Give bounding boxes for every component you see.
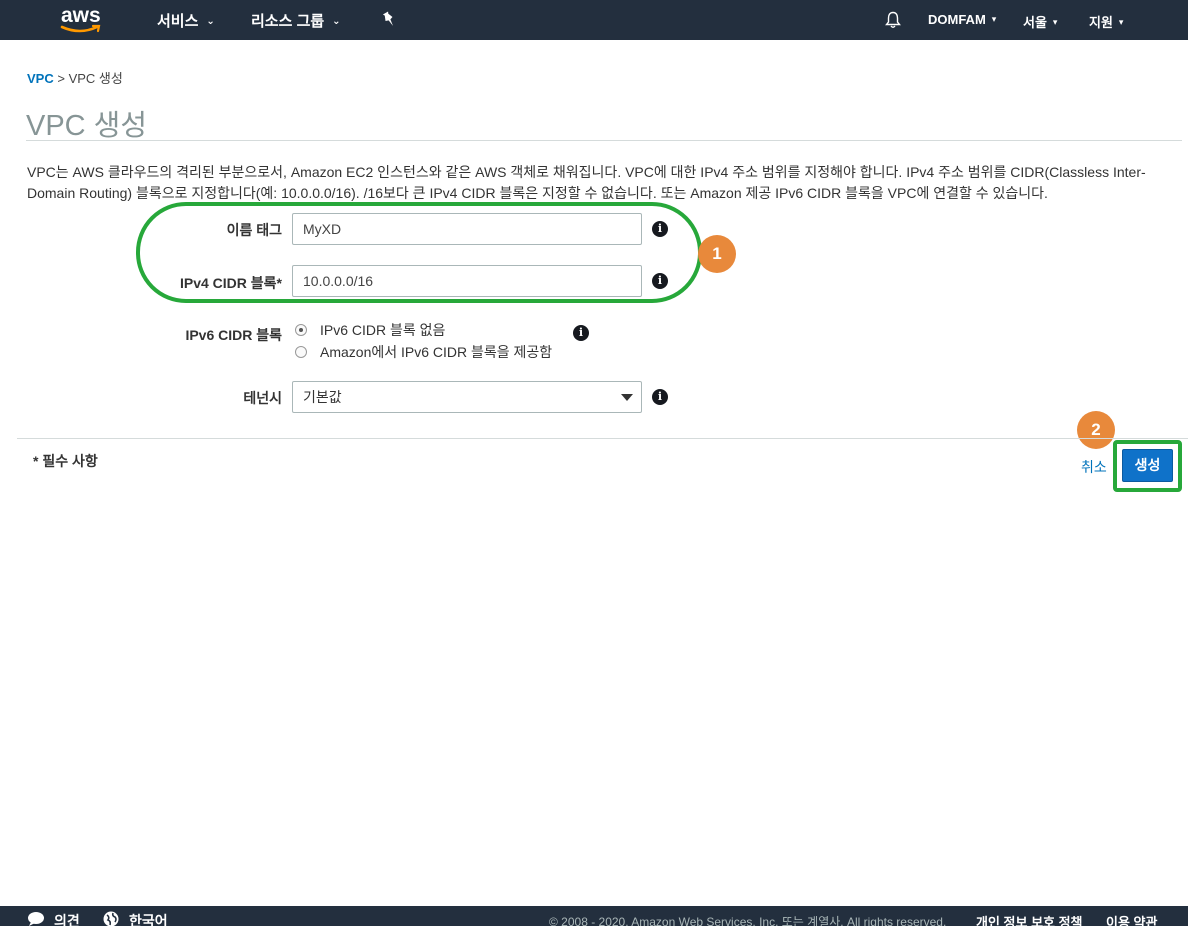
page-footer: 의견 한국어 © 2008 - 2020, Amazon Web Service… bbox=[0, 906, 1188, 926]
aws-smile-icon bbox=[60, 24, 101, 33]
form-footer-divider bbox=[17, 438, 1188, 439]
chevron-down-icon: ▾ bbox=[1118, 17, 1124, 27]
ipv6-option-amazon[interactable]: Amazon에서 IPv6 CIDR 블록을 제공함 bbox=[295, 342, 552, 362]
radio-button-checked[interactable] bbox=[295, 324, 307, 336]
chevron-down-icon: ▾ bbox=[991, 14, 997, 24]
bell-icon[interactable] bbox=[884, 11, 902, 29]
feedback-link[interactable]: 의견 bbox=[54, 911, 80, 926]
region-menu[interactable]: 서울 ▾ bbox=[1023, 12, 1057, 31]
ipv6-cidr-label: IPv6 CIDR 블록 bbox=[185, 327, 282, 343]
tenancy-select[interactable]: 기본값 bbox=[292, 381, 642, 413]
chevron-down-icon: ⌄ bbox=[332, 16, 341, 27]
speech-bubble-icon bbox=[28, 912, 44, 926]
info-icon[interactable]: i bbox=[652, 389, 668, 405]
services-label: 서비스 bbox=[157, 13, 199, 30]
language-selector[interactable]: 한국어 bbox=[129, 911, 168, 926]
aws-logo[interactable]: aws bbox=[58, 4, 104, 36]
step-badge-1: 1 bbox=[698, 235, 736, 273]
breadcrumb-separator: > bbox=[53, 71, 69, 86]
radio-button[interactable] bbox=[295, 346, 307, 358]
support-label: 지원 bbox=[1089, 15, 1113, 30]
account-label: DOMFAM bbox=[928, 12, 986, 27]
page-description: VPC는 AWS 클라우드의 격리된 부분으로서, Amazon EC2 인스턴… bbox=[27, 164, 1146, 201]
breadcrumb-current: VPC 생성 bbox=[68, 71, 123, 86]
pin-icon[interactable] bbox=[381, 11, 397, 29]
tenancy-label: 테넌시 bbox=[243, 390, 282, 406]
dropdown-arrow-icon bbox=[621, 394, 633, 401]
create-button[interactable]: 생성 bbox=[1122, 449, 1173, 482]
breadcrumb: VPC > VPC 생성 bbox=[27, 68, 123, 87]
resource-groups-menu[interactable]: 리소스 그룹 ⌄ bbox=[251, 10, 341, 31]
globe-icon bbox=[103, 911, 119, 926]
services-menu[interactable]: 서비스 ⌄ bbox=[157, 10, 215, 31]
title-divider bbox=[26, 140, 1182, 141]
highlight-oval-1 bbox=[136, 202, 702, 303]
ipv6-option-amazon-label: Amazon에서 IPv6 CIDR 블록을 제공함 bbox=[320, 344, 553, 360]
ipv6-option-none-label: IPv6 CIDR 블록 없음 bbox=[320, 322, 446, 338]
resource-groups-label: 리소스 그룹 bbox=[251, 13, 325, 30]
account-menu[interactable]: DOMFAM ▾ bbox=[928, 12, 996, 27]
ipv6-option-none[interactable]: IPv6 CIDR 블록 없음 bbox=[295, 320, 445, 340]
tenancy-selected-value: 기본값 bbox=[303, 389, 342, 405]
chevron-down-icon: ⌄ bbox=[206, 16, 215, 27]
breadcrumb-vpc-link[interactable]: VPC bbox=[27, 71, 54, 86]
region-label: 서울 bbox=[1023, 15, 1047, 30]
terms-link[interactable]: 이용 약관 bbox=[1106, 912, 1157, 926]
copyright-text: © 2008 - 2020, Amazon Web Services, Inc.… bbox=[549, 915, 947, 926]
chevron-down-icon: ▾ bbox=[1052, 17, 1058, 27]
step-badge-2: 2 bbox=[1077, 411, 1115, 449]
support-menu[interactable]: 지원 ▾ bbox=[1089, 12, 1123, 31]
page-title: VPC 생성 bbox=[26, 110, 148, 142]
privacy-policy-link[interactable]: 개인 정보 보호 정책 bbox=[976, 912, 1083, 926]
top-navigation-bar: aws 서비스 ⌄ 리소스 그룹 ⌄ DOMFAM ▾ 서울 ▾ 지원 ▾ bbox=[0, 0, 1188, 40]
cancel-button[interactable]: 취소 bbox=[1081, 457, 1107, 477]
info-icon[interactable]: i bbox=[573, 325, 589, 341]
required-note: * 필수 사항 bbox=[33, 453, 98, 469]
